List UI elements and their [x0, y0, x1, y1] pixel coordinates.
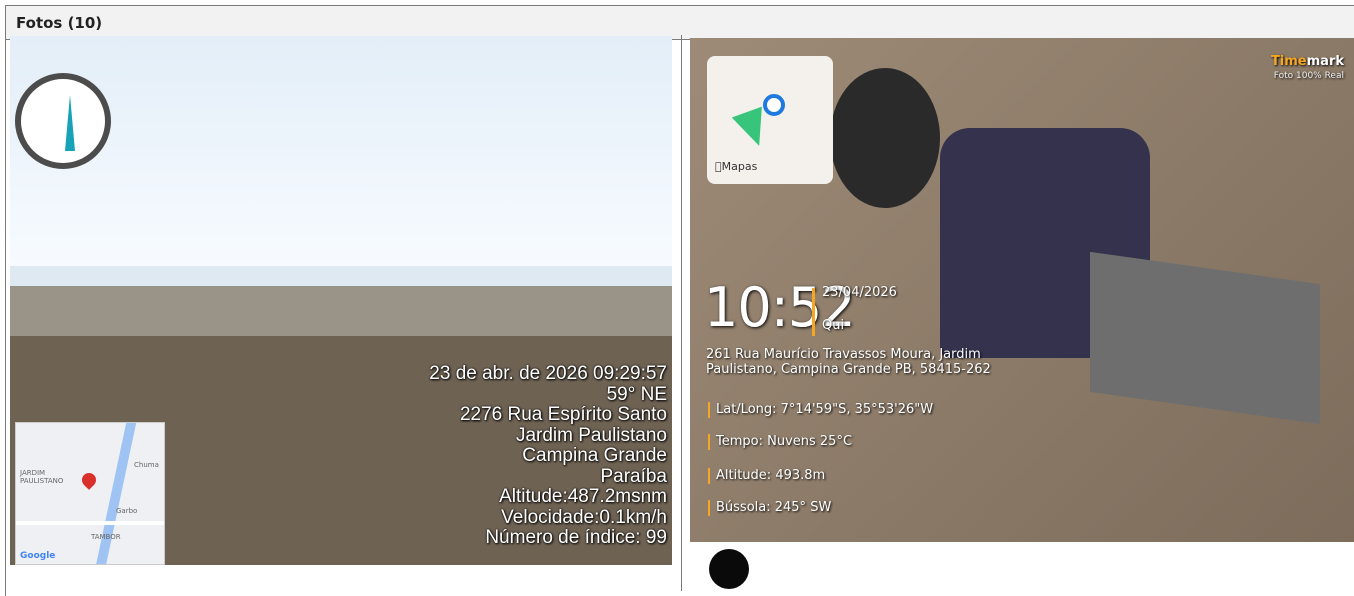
location-minimap: JARDIM PAULISTANO Chuma Garbo TAMBOR Goo…: [15, 422, 165, 565]
photo-sky: [10, 36, 672, 266]
stamp-altitude: Altitude: 493.8m: [716, 468, 826, 483]
stamp-weather: Tempo: Nuvens 25°C: [716, 434, 853, 449]
stamp-latlong: Lat/Long: 7°14'59"S, 35°53'26"W: [716, 402, 934, 417]
map-label-neighborhood: JARDIM PAULISTANO: [20, 469, 64, 485]
overlay-altitude: Altitude:487.2msnm: [499, 486, 667, 507]
overlay-street: 2276 Rua Espírito Santo: [459, 404, 667, 425]
info-bar: [708, 434, 710, 450]
compass-letter-e: E: [81, 85, 87, 94]
overlay-speed: Velocidade:0.1km/h: [501, 506, 667, 528]
compass-letter-n: N: [29, 99, 36, 108]
map-label-area: TAMBOR: [91, 533, 121, 541]
stamp-compass: Bússola: 245° SW: [716, 500, 832, 515]
photo-metadata-overlay: 23 de abr. de 2026 09:29:57 59° NE 2276 …: [429, 363, 667, 549]
stamp-weekday: Qui: [822, 318, 845, 333]
timemark-logo: Timemark: [1270, 54, 1344, 69]
overlay-datetime: 23 de abr. de 2026 09:29:57: [429, 363, 667, 384]
maps-label: Mapas: [715, 160, 757, 173]
photo-truck-wheel: [830, 68, 940, 208]
maps-card: Mapas: [707, 56, 833, 184]
map-river: [95, 423, 137, 564]
photo-thumbnail-2[interactable]: Mapas Timemark Foto 100% Real 10:52 23/…: [690, 38, 1354, 542]
map-pin-icon: [79, 470, 99, 490]
compass-needle: [65, 95, 75, 151]
map-label-poi-1: Chuma: [134, 461, 159, 469]
photo-structure: [10, 286, 672, 336]
info-bar: [708, 500, 710, 516]
overlay-neighborhood: Jardim Paulistano: [515, 424, 667, 446]
stamp-date: 23/04/2026: [822, 285, 897, 300]
map-road: [16, 521, 164, 525]
compass-letter-s: S: [93, 137, 99, 146]
google-logo: Google: [20, 551, 56, 561]
record-button[interactable]: [709, 549, 749, 589]
photo-thumbnail-1[interactable]: N E S W JARDIM PAULISTANO Chuma Garbo TA…: [10, 36, 672, 565]
stamp-separator: [812, 288, 815, 336]
stamp-address: 261 Rua Maurício Travassos Moura, Jardim…: [706, 347, 991, 377]
map-pin-icon: [763, 94, 785, 116]
photo-divider: [681, 35, 682, 591]
map-label-poi-2: Garbo: [116, 507, 138, 515]
compass-icon: N E S W: [15, 73, 111, 169]
info-bar: [708, 468, 710, 484]
panel-title: Fotos (10): [16, 14, 103, 32]
info-bar: [708, 402, 710, 418]
panel-header: Fotos (10): [6, 6, 1354, 40]
overlay-state: Paraíba: [600, 465, 667, 487]
overlay-city: Campina Grande: [522, 445, 667, 466]
overlay-heading: 59° NE: [606, 383, 667, 405]
compass-letter-w: W: [39, 149, 48, 158]
overlay-index: Número de índice: 99: [485, 527, 667, 548]
timemark-subtitle: Foto 100% Real: [1273, 71, 1344, 81]
